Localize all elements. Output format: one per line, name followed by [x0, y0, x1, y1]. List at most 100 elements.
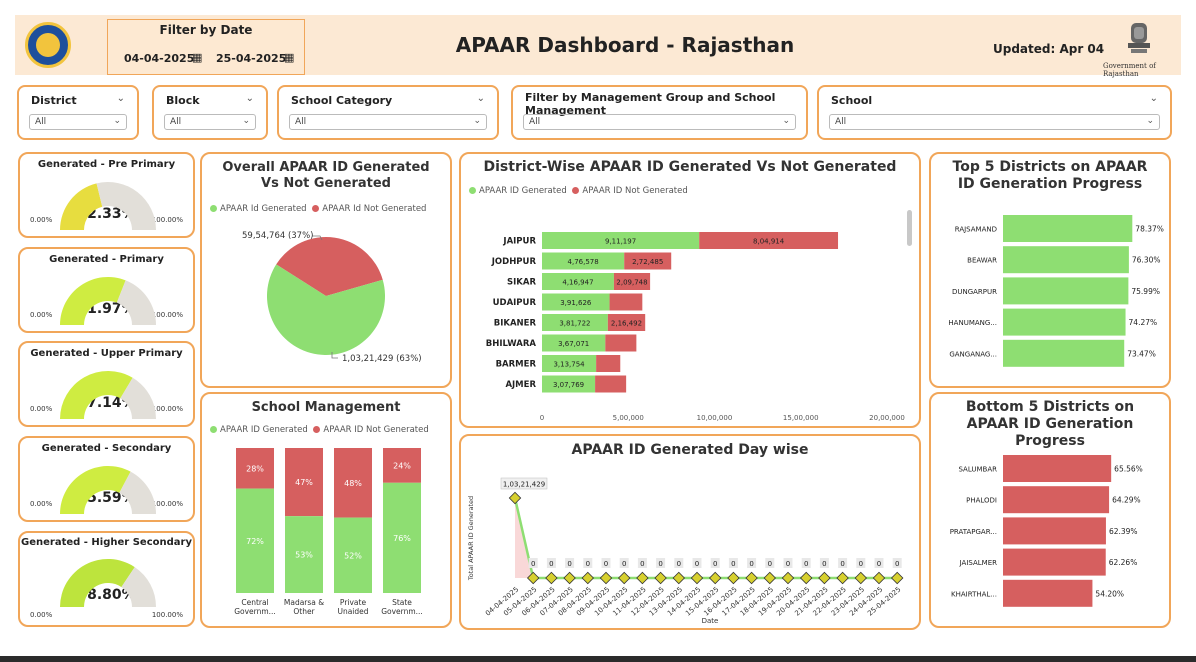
bottom5-title: Bottom 5 Districts on APAAR ID Generatio…: [965, 399, 1135, 449]
gauge-card: Generated - Primary 61.97% 0.00% 100.00%: [18, 247, 195, 333]
date-filter[interactable]: Filter by Date 04-04-2025 ▦ 25-04-2025 ▦: [107, 19, 305, 75]
school-mgmt-legend: APAAR ID Generated APAAR ID Not Generate…: [210, 425, 429, 435]
line-point: [799, 571, 813, 585]
slicer-select[interactable]: All ⌄: [29, 114, 127, 130]
top5-district-label: DUNGARPUR: [952, 288, 997, 296]
line-point: [581, 571, 595, 585]
school-slicer[interactable]: School ⌄ All ⌄: [817, 85, 1172, 140]
legend-generated: APAAR ID Generated: [479, 186, 567, 196]
point-label: 0: [822, 560, 826, 568]
gauge-fill: [60, 466, 131, 514]
line-point: [672, 571, 686, 585]
chevron-down-icon: ⌄: [782, 116, 790, 126]
top5-district-label: BEAWAR: [967, 257, 997, 265]
management-slicer[interactable]: Filter by Management Group and School Ma…: [511, 85, 808, 140]
gauge-fill: [60, 371, 133, 419]
district-label: JODHPUR: [491, 257, 537, 267]
bar-label-not-generated: 24%: [393, 461, 411, 470]
x-tick-label: 20,00,000: [869, 414, 905, 422]
school-category-slicer[interactable]: School Category ⌄ All ⌄: [277, 85, 499, 140]
line-point: [890, 571, 904, 585]
bottom5-bar: [1003, 579, 1093, 607]
bar-label-generated: 9,11,197: [605, 238, 636, 246]
chevron-down-icon[interactable]: ⌄: [246, 93, 254, 104]
daywise-card: APAAR ID Generated Day wise Total APAAR …: [459, 434, 921, 630]
date-to-input[interactable]: 25-04-2025: [216, 52, 286, 65]
slicer-select[interactable]: All ⌄: [829, 114, 1160, 130]
gauge-title: Generated - Higher Secondary: [21, 537, 192, 548]
line-point: [763, 571, 777, 585]
point-label: 0: [731, 560, 735, 568]
chevron-down-icon[interactable]: ⌄: [117, 93, 125, 104]
bottom5-value-label: 62.39%: [1109, 527, 1138, 536]
line-point: [636, 571, 649, 585]
gauge-min: 0.00%: [30, 500, 53, 508]
line-point: [854, 571, 868, 585]
x-tick-label: 15,00,000: [783, 414, 819, 422]
gauge-fill: [60, 277, 126, 325]
calendar-icon[interactable]: ▦: [284, 51, 294, 64]
district-card: District-Wise APAAR ID Generated Vs Not …: [459, 152, 921, 428]
top5-value-label: 75.99%: [1131, 287, 1160, 296]
point-label: 0: [604, 560, 608, 568]
slicer-label: School: [831, 94, 873, 107]
chevron-down-icon[interactable]: ⌄: [1150, 93, 1158, 104]
top5-bar: [1003, 277, 1129, 305]
point-label: 0: [531, 560, 535, 568]
category-label: Other: [293, 607, 315, 616]
gauge-arc: [60, 466, 156, 514]
chevron-down-icon: ⌄: [1146, 116, 1154, 126]
overall-pie-card: Overall APAAR ID Generated Vs Not Genera…: [200, 152, 452, 388]
bottom5-value-label: 54.20%: [1095, 589, 1124, 598]
footer-bar: [0, 656, 1196, 662]
bottom5-bar: [1003, 486, 1110, 514]
bottom5-bar: [1003, 455, 1112, 482]
bottom5-district-label: PRATAPGAR...: [950, 528, 997, 536]
ashoka-emblem-icon: [1128, 23, 1150, 53]
x-tick-label: 0: [540, 414, 544, 422]
line-point: [545, 571, 558, 585]
school-mgmt-chart: 28%72%CentralGovernm...47%53%Madarsa &Ot…: [234, 448, 423, 616]
district-slicer[interactable]: District ⌄ All ⌄: [17, 85, 139, 140]
line-point: [745, 571, 758, 585]
date-from-input[interactable]: 04-04-2025: [124, 52, 194, 65]
point-label: 0: [586, 560, 590, 568]
gauge-min: 0.00%: [30, 611, 53, 619]
bar-label-generated: 4,16,947: [562, 279, 593, 287]
point-label: 0: [549, 560, 553, 568]
bottom5-bar: [1003, 548, 1106, 576]
bottom5-card: Bottom 5 Districts on APAAR ID Generatio…: [929, 392, 1171, 628]
district-label: BARMER: [496, 360, 537, 370]
legend-generated: APAAR Id Generated: [220, 204, 307, 214]
bottom5-value-label: 64.29%: [1112, 496, 1141, 505]
chevron-down-icon[interactable]: ⌄: [477, 93, 485, 104]
gauge-card: Generated - Pre Primary 42.33% 0.00% 100.00…: [18, 152, 195, 238]
slicer-select[interactable]: All ⌄: [289, 114, 487, 130]
line-point: [818, 571, 831, 585]
calendar-icon[interactable]: ▦: [192, 51, 202, 64]
chevron-down-icon: ⌄: [242, 116, 250, 126]
slicer-select[interactable]: All ⌄: [164, 114, 256, 130]
slicer-select[interactable]: All ⌄: [523, 114, 796, 130]
district-label: SIKAR: [507, 278, 536, 288]
x-tick-label: 5,00,000: [613, 414, 644, 422]
gov-text: Government of Rajasthan: [1103, 62, 1156, 78]
line-point: [599, 571, 613, 585]
category-label: Central: [241, 598, 268, 607]
bottom5-value-label: 65.56%: [1114, 465, 1143, 474]
bar-label-not-generated: 28%: [246, 464, 264, 473]
bottom5-chart: SALUMBAR 65.56% PHALODI 64.29% PRATAPGAR... 6…: [950, 455, 1143, 607]
block-slicer[interactable]: Block ⌄ All ⌄: [152, 85, 268, 140]
district-legend: APAAR ID Generated APAAR ID Not Generate…: [469, 186, 688, 196]
line-point: [781, 571, 795, 585]
pie-chart: 59,54,764 (37%) 1,03,21,429 (63%): [242, 231, 422, 364]
page-title: APAAR Dashboard - Rajasthan: [455, 33, 795, 57]
pie-title: Overall APAAR ID Generated Vs Not Genera…: [222, 160, 430, 191]
category-label: Unaided: [337, 607, 368, 616]
category-label: Governm...: [234, 607, 276, 616]
gauge-title: Generated - Pre Primary: [37, 159, 176, 170]
category-label: Madarsa &: [284, 598, 324, 607]
point-label: 0: [840, 560, 844, 568]
category-label: Private: [340, 598, 367, 607]
top5-bar: [1003, 246, 1129, 274]
